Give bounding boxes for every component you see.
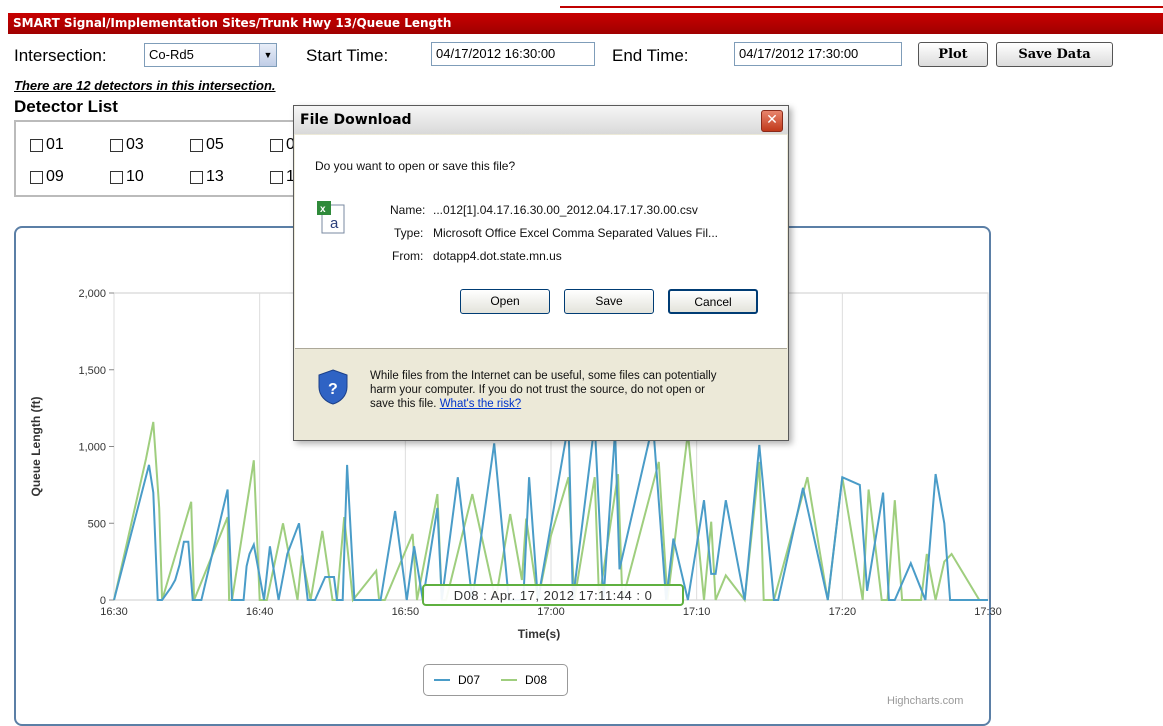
page-title: SMART Signal/Implementation Sites/Trunk … bbox=[13, 16, 452, 30]
intersection-select[interactable]: Co-Rd5 ▼ bbox=[144, 43, 277, 67]
file-name-label: Name: bbox=[390, 203, 426, 217]
chart-tooltip: D08 : Apr. 17, 2012 17:11:44 : 0 bbox=[422, 584, 684, 606]
save-data-button[interactable]: Save Data bbox=[996, 42, 1113, 67]
dialog-warning: While files from the Internet can be use… bbox=[370, 369, 716, 411]
chart-legend: D07 D08 bbox=[423, 664, 568, 696]
dialog-title: File Download bbox=[300, 112, 412, 128]
start-time-value: 04/17/2012 16:30:00 bbox=[436, 46, 556, 61]
file-type-label: Type: bbox=[394, 226, 424, 240]
detector-label: 01 bbox=[46, 136, 64, 153]
dialog-divider bbox=[295, 348, 787, 349]
start-time-input[interactable]: 04/17/2012 16:30:00 bbox=[431, 42, 595, 66]
cancel-button[interactable]: Cancel bbox=[668, 289, 758, 314]
detector-checkbox-10[interactable]: 10 bbox=[110, 168, 144, 186]
detector-checkbox-03[interactable]: 03 bbox=[110, 136, 144, 154]
security-shield-icon: ? bbox=[318, 369, 348, 405]
file-download-dialog: File Download ✕ Do you want to open or s… bbox=[293, 105, 789, 441]
start-time-label: Start Time: bbox=[306, 46, 389, 65]
open-button[interactable]: Open bbox=[460, 289, 550, 314]
svg-text:?: ? bbox=[328, 381, 338, 398]
close-icon[interactable]: ✕ bbox=[761, 110, 783, 132]
dialog-titlebar[interactable]: File Download ✕ bbox=[294, 106, 788, 134]
intersection-label: Intersection: bbox=[14, 46, 107, 65]
detector-checkbox-13[interactable]: 13 bbox=[190, 168, 224, 186]
dialog-question: Do you want to open or save this file? bbox=[315, 159, 516, 173]
end-time-value: 04/17/2012 17:30:00 bbox=[739, 46, 859, 61]
save-button[interactable]: Save bbox=[564, 289, 654, 314]
detector-list-title: Detector List bbox=[14, 97, 118, 116]
end-time-label: End Time: bbox=[612, 46, 689, 65]
checkbox-icon[interactable] bbox=[190, 170, 203, 184]
legend-item-d07[interactable]: D07 bbox=[458, 673, 480, 687]
detector-checkbox-1x[interactable]: 1 bbox=[270, 168, 295, 186]
warning-line: save this file. bbox=[370, 398, 437, 410]
detector-checkbox-09[interactable]: 09 bbox=[30, 168, 64, 186]
warning-line: While files from the Internet can be use… bbox=[370, 370, 717, 382]
file-name-value: ...012[1].04.17.16.30.00_2012.04.17.17.3… bbox=[433, 203, 698, 217]
legend-item-d08[interactable]: D08 bbox=[525, 673, 547, 687]
excel-file-icon: x a bbox=[317, 201, 345, 234]
warning-line: harm your computer. If you do not trust … bbox=[370, 384, 705, 396]
credits-link[interactable]: Highcharts.com bbox=[887, 695, 963, 707]
plot-button[interactable]: Plot bbox=[918, 42, 988, 67]
whats-the-risk-link[interactable]: What's the risk? bbox=[440, 398, 521, 410]
svg-text:x: x bbox=[320, 204, 326, 215]
detector-label: 10 bbox=[126, 168, 144, 185]
checkbox-icon[interactable] bbox=[30, 138, 43, 152]
detector-label: 13 bbox=[206, 168, 224, 185]
checkbox-icon[interactable] bbox=[270, 170, 283, 184]
file-from-label: From: bbox=[392, 249, 424, 263]
detector-label: 03 bbox=[126, 136, 144, 153]
file-type-value: Microsoft Office Excel Comma Separated V… bbox=[433, 226, 718, 240]
intersection-value: Co-Rd5 bbox=[149, 47, 194, 62]
detector-checkbox-01[interactable]: 01 bbox=[30, 136, 64, 154]
end-time-input[interactable]: 04/17/2012 17:30:00 bbox=[734, 42, 902, 66]
file-from-value: dotapp4.dot.state.mn.us bbox=[433, 249, 562, 263]
detector-checkbox-05[interactable]: 05 bbox=[190, 136, 224, 154]
dialog-file-info: Do you want to open or save this file? x… bbox=[295, 135, 787, 348]
page-title-bar: SMART Signal/Implementation Sites/Trunk … bbox=[8, 13, 1163, 34]
detector-count-note: There are 12 detectors in this intersect… bbox=[14, 78, 276, 93]
chevron-down-icon[interactable]: ▼ bbox=[259, 44, 276, 66]
top-red-line bbox=[560, 6, 1163, 8]
checkbox-icon[interactable] bbox=[30, 170, 43, 184]
checkbox-icon[interactable] bbox=[110, 138, 123, 152]
svg-text:a: a bbox=[330, 215, 339, 232]
detector-checkbox-0x[interactable]: 0 bbox=[270, 136, 295, 154]
detector-label: 09 bbox=[46, 168, 64, 185]
detector-label: 05 bbox=[206, 136, 224, 153]
checkbox-icon[interactable] bbox=[190, 138, 203, 152]
checkbox-icon[interactable] bbox=[270, 138, 283, 152]
checkbox-icon[interactable] bbox=[110, 170, 123, 184]
